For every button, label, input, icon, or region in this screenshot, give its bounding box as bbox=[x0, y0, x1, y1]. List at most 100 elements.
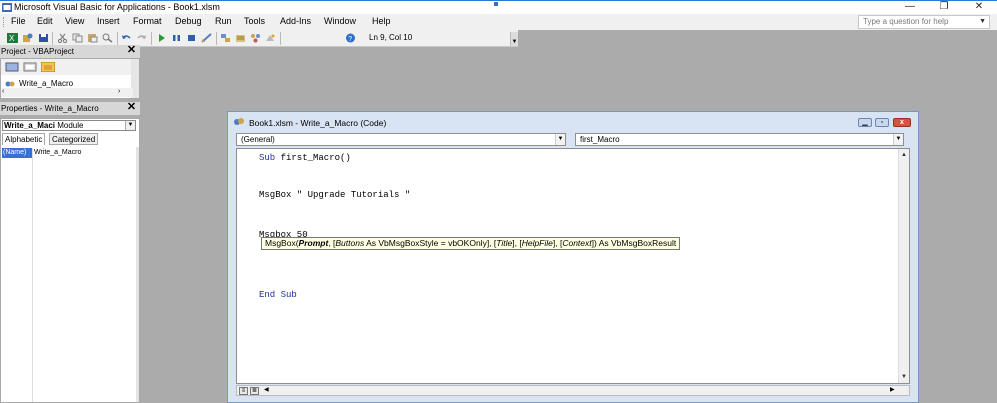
properties-pane-title: Properties - Write_a_Macro ✕ bbox=[0, 102, 140, 115]
properties-pane-title-text: Properties - Write_a_Macro bbox=[1, 104, 99, 113]
code-minimize-button[interactable]: ▁ bbox=[858, 118, 872, 127]
procedure-dropdown[interactable]: first_Macro ▼ bbox=[575, 133, 904, 146]
properties-icon[interactable] bbox=[235, 33, 246, 43]
undo-icon[interactable] bbox=[121, 33, 132, 43]
project-pane-hscroll[interactable]: ‹ › bbox=[1, 88, 133, 97]
project-tree-item[interactable]: Write_a_Macro bbox=[19, 79, 73, 88]
code-line-msgbox-1[interactable]: MsgBox " Upgrade Tutorials " bbox=[259, 190, 410, 200]
menu-add-ins[interactable]: Add-Ins bbox=[280, 16, 311, 26]
keyword-sub: Sub bbox=[259, 153, 276, 163]
toolbar-separator bbox=[52, 32, 53, 45]
view-code-icon[interactable] bbox=[5, 62, 19, 72]
tooltip-prompt: Prompt bbox=[298, 238, 329, 248]
restore-button[interactable]: ❐ bbox=[929, 1, 959, 14]
paste-icon[interactable] bbox=[87, 33, 98, 43]
code-line-end-sub[interactable]: End Sub bbox=[259, 290, 297, 300]
menu-tools[interactable]: Tools bbox=[244, 16, 265, 26]
close-button[interactable]: ✕ bbox=[964, 1, 994, 14]
menu-view[interactable]: View bbox=[65, 16, 84, 26]
tab-alphabetic[interactable]: Alphabetic bbox=[2, 133, 46, 145]
copy-icon[interactable] bbox=[72, 33, 83, 43]
svg-text:X: X bbox=[9, 34, 15, 43]
chevron-down-icon[interactable]: ▼ bbox=[893, 134, 903, 145]
excel-icon[interactable]: X bbox=[7, 33, 18, 43]
redo-icon[interactable] bbox=[136, 33, 147, 43]
property-name: (Name) bbox=[2, 148, 32, 158]
menu-file[interactable]: File bbox=[11, 16, 26, 26]
help-question-input[interactable]: Type a question for help ▼ bbox=[858, 15, 990, 29]
vba-project-icon bbox=[5, 81, 15, 87]
project-explorer-icon[interactable] bbox=[220, 33, 231, 43]
tooltip-title: Title bbox=[496, 238, 513, 248]
code-close-button[interactable]: x bbox=[893, 118, 911, 127]
full-module-view-button[interactable]: ≣ bbox=[250, 387, 259, 395]
code-line-sub[interactable]: Sub first_Macro() bbox=[259, 153, 351, 163]
module-icon bbox=[234, 118, 244, 125]
menu-run[interactable]: Run bbox=[215, 16, 232, 26]
run-icon[interactable] bbox=[156, 33, 167, 43]
tooltip-buttons: Buttons bbox=[335, 238, 365, 248]
scroll-left-icon[interactable]: ◀ bbox=[264, 386, 269, 395]
design-mode-icon[interactable] bbox=[201, 33, 212, 43]
chevron-down-icon[interactable]: ▼ bbox=[125, 121, 135, 130]
properties-window: Write_a_Maci Module ▼ Alphabetic Categor… bbox=[0, 118, 140, 403]
close-icon[interactable]: ✕ bbox=[126, 102, 137, 113]
svg-text:?: ? bbox=[348, 36, 352, 43]
menu-help[interactable]: Help bbox=[372, 16, 391, 26]
close-icon[interactable]: ✕ bbox=[126, 45, 137, 56]
editor-vertical-scrollbar[interactable]: ▲ ▼ bbox=[898, 149, 909, 383]
object-selector[interactable]: Write_a_Maci Module ▼ bbox=[2, 120, 136, 131]
vba-app-icon bbox=[2, 3, 12, 12]
procedure-view-button[interactable]: ≡ bbox=[239, 387, 248, 395]
toolbar-options-button[interactable]: ▼ bbox=[510, 32, 518, 46]
find-icon[interactable] bbox=[102, 33, 113, 43]
minimize-button[interactable]: — bbox=[895, 1, 925, 14]
help-icon[interactable]: ? bbox=[345, 33, 356, 43]
cut-icon[interactable] bbox=[57, 33, 68, 43]
menu-format[interactable]: Format bbox=[133, 16, 162, 26]
menu-debug[interactable]: Debug bbox=[175, 16, 202, 26]
chevron-down-icon[interactable]: ▼ bbox=[979, 16, 986, 28]
save-icon[interactable] bbox=[38, 33, 49, 43]
selection-handle[interactable] bbox=[493, 1, 499, 7]
scroll-right-icon[interactable]: ▶ bbox=[890, 386, 895, 395]
insert-module-icon[interactable] bbox=[22, 33, 33, 43]
tooltip-rest-d: ], [ bbox=[552, 238, 563, 248]
menu-window[interactable]: Window bbox=[324, 16, 356, 26]
code-editor[interactable]: Sub first_Macro() MsgBox " Upgrade Tutor… bbox=[236, 148, 910, 384]
cursor-position: Ln 9, Col 10 bbox=[369, 33, 413, 42]
scroll-down-icon[interactable]: ▼ bbox=[900, 373, 908, 381]
property-row[interactable]: (Name) Write_a_Macro bbox=[2, 148, 134, 158]
toggle-folders-icon[interactable] bbox=[41, 62, 55, 72]
menu-edit[interactable]: Edit bbox=[37, 16, 53, 26]
toolbox-icon[interactable] bbox=[265, 33, 276, 43]
chevron-down-icon[interactable]: ▼ bbox=[555, 134, 565, 145]
intellisense-tooltip: MsgBox(Prompt, [Buttons As VbMsgBoxStyle… bbox=[261, 237, 681, 250]
menu-insert[interactable]: Insert bbox=[97, 16, 120, 26]
tooltip-rest-e: ]) As VbMsgBoxResult bbox=[591, 238, 677, 248]
toolbar-separator bbox=[151, 32, 152, 45]
break-icon[interactable] bbox=[171, 33, 182, 43]
object-dropdown[interactable]: (General) ▼ bbox=[236, 133, 566, 146]
reset-icon[interactable] bbox=[186, 33, 197, 43]
menu-grip[interactable] bbox=[3, 17, 5, 27]
tooltip-rest-b: As VbMsgBoxStyle = vbOKOnly], [ bbox=[364, 238, 497, 248]
tab-categorized[interactable]: Categorized bbox=[49, 133, 99, 145]
procedure-dropdown-value: first_Macro bbox=[580, 135, 620, 144]
code-window: Book1.xlsm - Write_a_Macro (Code) ▁ ▫ x … bbox=[227, 111, 919, 403]
property-value[interactable]: Write_a_Macro bbox=[34, 148, 81, 158]
help-question-placeholder: Type a question for help bbox=[863, 17, 949, 26]
property-grid-divider bbox=[32, 148, 33, 402]
tooltip-prefix: MsgBox( bbox=[265, 238, 299, 248]
code-restore-button[interactable]: ▫ bbox=[875, 118, 889, 127]
object-selector-name: Write_a_Maci bbox=[4, 121, 55, 130]
view-object-icon[interactable] bbox=[23, 62, 37, 72]
properties-scrollbar[interactable] bbox=[136, 147, 139, 402]
editor-horizontal-scrollbar[interactable]: ≡ ≣ ◀ ▶ bbox=[236, 385, 910, 396]
scroll-up-icon[interactable]: ▲ bbox=[900, 151, 908, 159]
object-browser-icon[interactable] bbox=[250, 33, 261, 43]
tooltip-helpfile: HelpFile bbox=[521, 238, 553, 248]
code-window-title: Book1.xlsm - Write_a_Macro (Code) bbox=[249, 118, 387, 128]
scroll-left-icon[interactable]: ‹ bbox=[2, 88, 4, 95]
scroll-right-icon[interactable]: › bbox=[118, 88, 120, 95]
